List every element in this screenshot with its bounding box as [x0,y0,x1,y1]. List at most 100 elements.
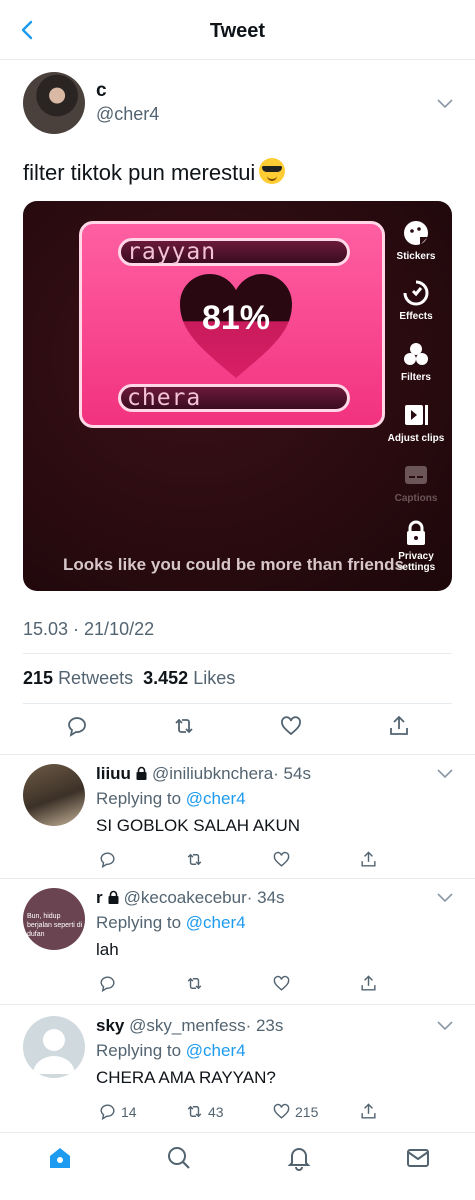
author-name[interactable]: c [96,80,107,102]
replying-to-link[interactable]: @cher4 [186,1041,246,1060]
share-icon [361,1103,376,1119]
author-handle[interactable]: @cher4 [96,104,159,125]
avatar[interactable] [23,72,85,134]
reply-action[interactable] [98,974,121,993]
reply-author-name[interactable]: r [96,888,103,907]
stickers-label: Stickers [396,251,436,262]
reply-text: CHERA AMA RAYYAN? [96,1068,276,1087]
like-icon [273,975,290,991]
like-icon[interactable] [279,714,303,738]
reply-author-name[interactable]: sky [96,1016,124,1035]
replying-to-link[interactable]: @cher4 [186,913,246,932]
notifications-bell-icon[interactable] [286,1145,312,1171]
avatar[interactable]: Bun, hidup berjalan seperti di dufan [23,888,85,950]
share-icon[interactable] [387,714,411,738]
reply-icon [100,976,115,993]
replying-to: Replying to @cher4 [96,913,246,933]
replying-prefix: Replying to [96,913,182,932]
avatar[interactable] [23,764,85,826]
retweet-action[interactable]: 43 [185,1102,224,1121]
reply-icon [100,1104,115,1121]
messages-mail-icon[interactable] [405,1145,431,1171]
replying-prefix: Replying to [96,1041,182,1060]
reply-author-name[interactable]: liiuu [96,764,131,783]
chevron-down-icon[interactable] [436,98,454,110]
like-icon [273,851,290,867]
retweet-icon [187,853,202,866]
likes-label[interactable]: Likes [193,668,235,688]
lock-icon [136,766,147,780]
retweet-action[interactable] [185,850,208,869]
name-top: rayyan [127,239,217,265]
filters-button[interactable]: Filters [384,340,448,383]
reply-header: liiuu @iniliubknchera· 54s [96,764,311,784]
reply-tweet[interactable]: Bun, hidup berjalan seperti di dufan r @k… [0,878,475,1004]
reply-author-handle[interactable]: @kecoakecebur [124,888,247,907]
reply-header: r @kecoakecebur· 34s [96,888,285,908]
reply-time: · 23s [245,1016,284,1035]
like-action[interactable] [272,974,295,993]
retweet-icon[interactable] [172,714,196,738]
lock-icon [407,520,425,545]
share-action[interactable] [359,850,378,869]
tweet-text-content: filter tiktok pun merestui [23,160,256,185]
love-meter-card: rayyan 81% chera [79,221,385,428]
stickers-button[interactable]: Stickers [384,219,448,262]
retweets-label[interactable]: Retweets [58,668,133,688]
reply-action[interactable]: 14 [98,1102,137,1121]
likes-count[interactable]: 3.452 [143,668,188,688]
reply-action[interactable] [98,850,121,869]
captions-button[interactable]: Captions [384,461,448,504]
like-count: 215 [295,1103,319,1120]
bottom-nav [0,1132,475,1200]
default-avatar-icon [33,1029,75,1074]
like-action[interactable] [272,850,295,869]
replying-prefix: Replying to [96,789,182,808]
tweet-text: filter tiktok pun merestui [23,158,286,186]
retweet-action[interactable] [185,974,208,993]
reply-text: SI GOBLOK SALAH AKUN [96,816,301,835]
filter-caption: Looks like you could be more than friend… [63,555,405,574]
chevron-down-icon[interactable] [436,892,454,904]
effects-label: Effects [399,311,433,322]
reply-tweet[interactable]: sky @sky_menfess· 23s Replying to @cher4… [0,1006,475,1130]
avatar-text: Bun, hidup berjalan seperti di dufan [27,913,83,938]
name-bar-bottom: chera [118,384,350,412]
reply-count: 14 [121,1103,137,1120]
chevron-down-icon[interactable] [436,1020,454,1032]
share-action[interactable] [359,1102,378,1121]
adjust-clips-label: Adjust clips [387,433,445,444]
captions-icon [405,466,427,484]
reply-icon [100,852,115,869]
replying-to: Replying to @cher4 [96,1041,246,1061]
tweet-stats: 215 Retweets 3.452 Likes [23,668,235,689]
replying-to: Replying to @cher4 [96,789,246,809]
reply-icon[interactable] [65,714,89,738]
search-icon[interactable] [166,1145,192,1171]
divider [23,703,452,704]
effects-button[interactable]: Effects [384,279,448,322]
avatar[interactable] [23,1016,85,1078]
filters-icon [404,343,428,365]
chevron-down-icon[interactable] [436,768,454,780]
adjust-clips-button[interactable]: Adjust clips [384,401,448,444]
like-action[interactable]: 215 [272,1102,318,1121]
match-percentage: 81% [201,299,271,337]
tweet-media[interactable]: rayyan 81% chera Stickers Effects Filter… [23,201,452,591]
reply-text: lah [96,940,119,959]
share-action[interactable] [359,974,378,993]
retweets-count[interactable]: 215 [23,668,53,688]
retweet-icon [187,1105,202,1118]
reply-author-handle[interactable]: @sky_menfess [129,1016,245,1035]
reply-tweet[interactable]: liiuu @iniliubknchera· 54s Replying to @c… [0,754,475,878]
replying-to-link[interactable]: @cher4 [186,789,246,808]
reply-author-handle[interactable]: @iniliubknchera [152,764,273,783]
effects-icon [403,280,429,306]
share-icon [361,975,376,991]
reply-actions: 14 43 215 [96,1102,396,1124]
divider [0,1004,475,1005]
lock-icon [108,890,119,904]
like-icon [273,1103,290,1119]
home-icon[interactable] [47,1145,73,1171]
top-bar: Tweet [0,0,475,60]
